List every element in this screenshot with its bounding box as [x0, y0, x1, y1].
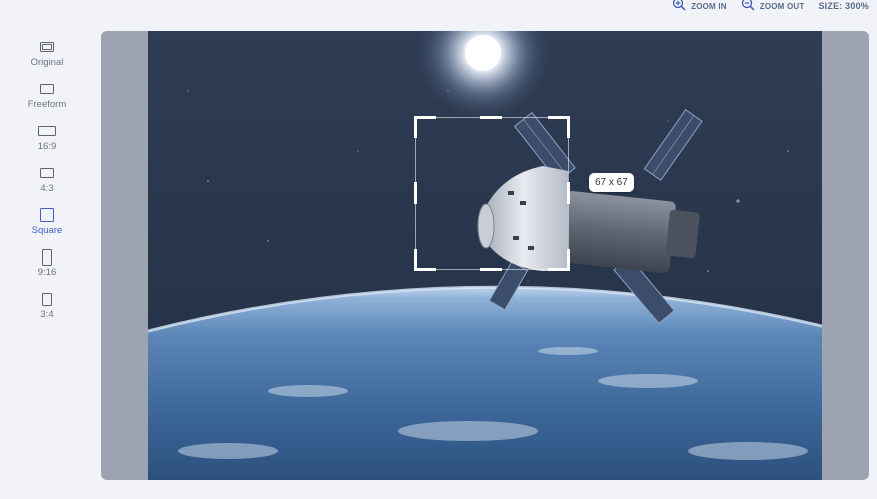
ratio-option-4-3[interactable]: 4:3	[20, 164, 74, 206]
freeform-ratio-icon	[40, 84, 54, 94]
crop-handle-left[interactable]	[414, 182, 417, 204]
ratio-option-label: 4:3	[40, 183, 54, 194]
ratio-3-4-icon	[42, 292, 52, 306]
ratio-option-label: 3:4	[40, 309, 54, 320]
ratio-4-3-icon	[40, 168, 54, 178]
zoom-out-button[interactable]: ZOOM OUT	[741, 0, 805, 11]
crop-handle-top-left[interactable]	[414, 116, 436, 138]
aspect-ratio-sidebar: Original Freeform 16:9 4:3 Square 9:16 3…	[20, 38, 74, 332]
crop-handle-bottom-left[interactable]	[414, 249, 436, 271]
ratio-option-label: Original	[30, 57, 64, 68]
zoom-size-readout: SIZE: 300%	[818, 1, 869, 11]
ratio-option-label: 16:9	[37, 141, 57, 152]
original-ratio-icon	[40, 42, 54, 52]
zoom-in-icon	[672, 0, 686, 11]
crop-border	[415, 117, 569, 270]
ratio-option-square[interactable]: Square	[20, 206, 74, 248]
crop-selection-box[interactable]	[414, 116, 570, 271]
ratio-option-label: 9:16	[37, 267, 57, 278]
square-ratio-icon	[40, 208, 54, 222]
crop-handle-top[interactable]	[480, 116, 502, 119]
zoom-in-label: ZOOM IN	[691, 1, 727, 11]
crop-handle-bottom-right[interactable]	[548, 249, 570, 271]
ratio-option-label: Square	[31, 225, 63, 236]
ratio-16-9-icon	[38, 126, 56, 136]
crop-handle-bottom[interactable]	[480, 268, 502, 271]
zoom-out-icon	[741, 0, 755, 11]
ratio-9-16-icon	[42, 248, 52, 266]
ratio-option-label: Freeform	[27, 99, 67, 110]
ratio-option-3-4[interactable]: 3:4	[20, 290, 74, 332]
crop-handle-top-right[interactable]	[548, 116, 570, 138]
ratio-option-original[interactable]: Original	[20, 38, 74, 80]
crop-dimensions-tooltip: 67 x 67	[589, 173, 634, 192]
crop-canvas[interactable]: 67 x 67	[101, 31, 869, 480]
ratio-option-9-16[interactable]: 9:16	[20, 248, 74, 290]
ratio-option-freeform[interactable]: Freeform	[20, 80, 74, 122]
crop-handle-right[interactable]	[567, 182, 570, 204]
ratio-option-16-9[interactable]: 16:9	[20, 122, 74, 164]
zoom-out-label: ZOOM OUT	[759, 1, 805, 11]
zoom-toolbar: ZOOM IN ZOOM OUT SIZE: 300%	[672, 0, 869, 12]
zoom-in-button[interactable]: ZOOM IN	[672, 0, 727, 11]
